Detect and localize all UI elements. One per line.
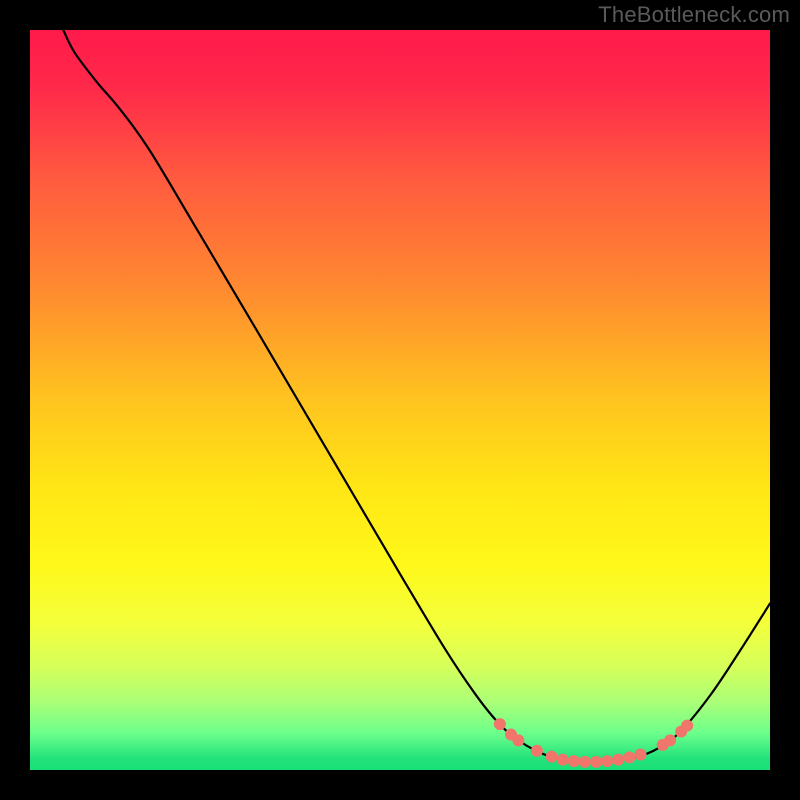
data-marker xyxy=(546,751,558,763)
data-marker xyxy=(635,748,647,760)
data-marker xyxy=(681,720,693,732)
data-marker xyxy=(590,756,602,768)
data-marker xyxy=(664,734,676,746)
watermark-text: TheBottleneck.com xyxy=(598,2,790,28)
plot-area xyxy=(30,30,770,770)
data-marker xyxy=(494,718,506,730)
chart-frame: TheBottleneck.com xyxy=(0,0,800,800)
data-marker xyxy=(568,755,580,767)
data-marker xyxy=(579,756,591,768)
data-marker xyxy=(557,754,569,766)
chart-background xyxy=(30,30,770,770)
data-marker xyxy=(531,745,543,757)
chart-svg xyxy=(30,30,770,770)
data-marker xyxy=(623,751,635,763)
data-marker xyxy=(612,754,624,766)
data-marker xyxy=(601,755,613,767)
data-marker xyxy=(512,734,524,746)
